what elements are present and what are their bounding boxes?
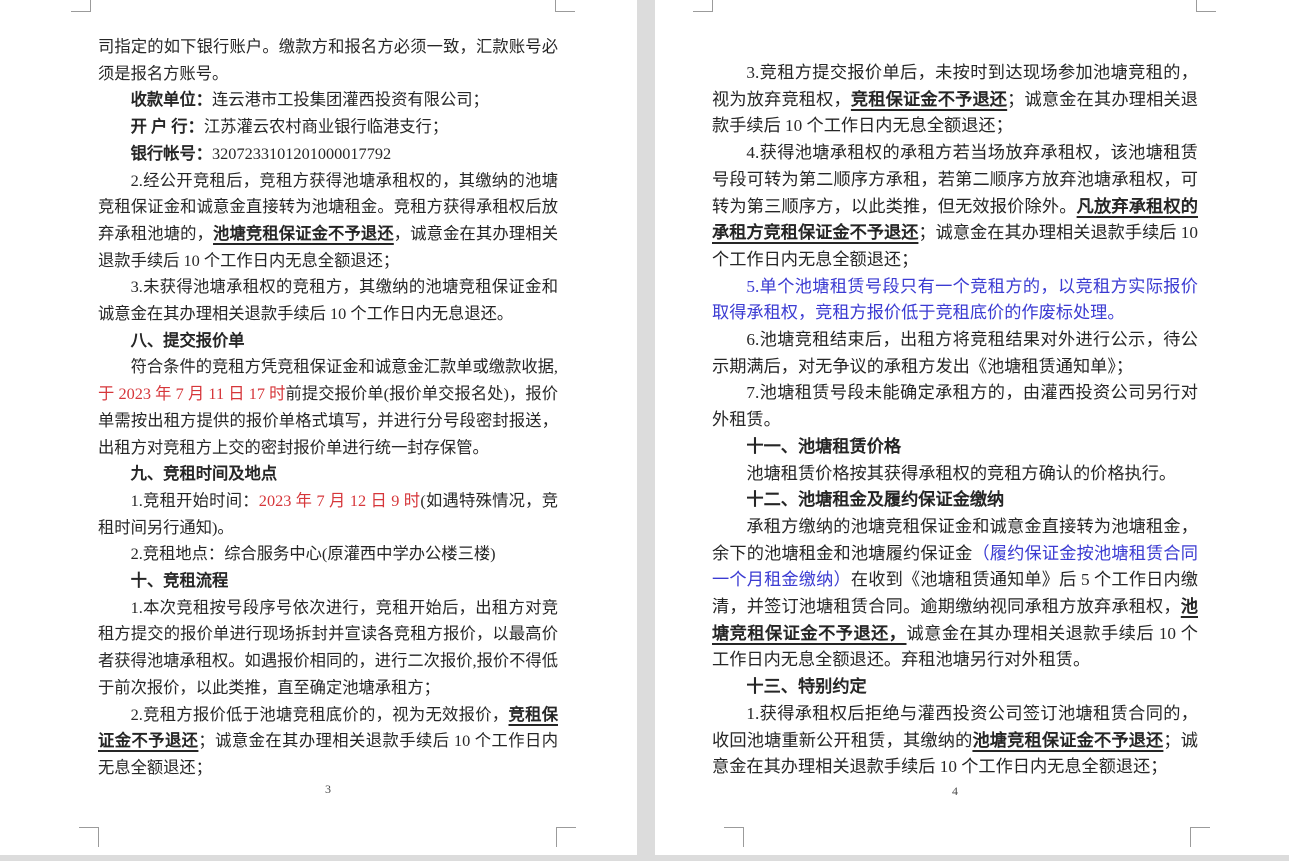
text-segment: 九、竞租时间及地点 xyxy=(131,464,278,483)
paragraph[interactable]: 符合条件的竞租方凭竞租保证金和诚意金汇款单或缴款收据, 于 2023 年 7 月 … xyxy=(98,354,558,461)
text-segment: 十一、池塘租赁价格 xyxy=(746,437,901,456)
paragraph[interactable]: 5.单个池塘租赁号段只有一个竞租方的，以竞租方实际报价取得承租权，竞租方报价低于… xyxy=(712,274,1198,327)
text-boundary-mark xyxy=(1190,827,1210,847)
text-boundary-mark xyxy=(555,0,575,12)
section-heading[interactable]: 十、竞租流程 xyxy=(98,568,558,595)
document-canvas: 司指定的如下银行账户。缴款方和报名方必须一致，汇款账号必须是报名方账号。收款单位… xyxy=(0,0,1289,861)
paragraph[interactable]: 3.未获得池塘承租权的竞租方，其缴纳的池塘竞租保证金和诚意金在其办理相关退款手续… xyxy=(98,274,558,327)
text-segment: 银行帐号： xyxy=(131,144,212,163)
text-segment: 十二、池塘租金及履约保证金缴纳 xyxy=(746,490,1004,509)
page-bottom-gap xyxy=(0,855,1289,861)
page-3-text[interactable]: 司指定的如下银行账户。缴款方和报名方必须一致，汇款账号必须是报名方账号。收款单位… xyxy=(98,34,558,782)
text-segment: 八、提交报价单 xyxy=(131,331,245,350)
text-segment: 于 2023 年 7 月 11 日 17 时 xyxy=(98,384,286,403)
paragraph[interactable]: 2.竞租地点：综合服务中心(原灌西中学办公楼三楼) xyxy=(98,541,558,568)
text-segment: 3.未获得池塘承租权的竞租方，其缴纳的池塘竞租保证金和诚意金在其办理相关退款手续… xyxy=(98,277,558,323)
text-segment: 2.竞租地点：综合服务中心(原灌西中学办公楼三楼) xyxy=(131,544,496,563)
text-segment: 符合条件的竞租方凭竞租保证金和诚意金汇款单或缴款收据, xyxy=(131,357,558,376)
page-number: 3 xyxy=(98,782,558,797)
paragraph[interactable]: 开 户 行：江苏灌云农村商业银行临港支行； xyxy=(98,114,558,141)
paragraph[interactable]: 2.经公开竞租后，竞租方获得池塘承租权的，其缴纳的池塘竞租保证金和诚意金直接转为… xyxy=(98,168,558,275)
text-boundary-mark xyxy=(724,827,744,847)
text-segment: 1.本次竞租按号段序号依次进行，竞租开始后，出租方对竞租方提交的报价单进行现场拆… xyxy=(98,598,558,697)
text-segment: 5.单个池塘租赁号段只有一个竞租方的，以竞租方实际报价取得承租权，竞租方报价低于… xyxy=(712,277,1198,323)
text-segment: 司指定的如下银行账户。缴款方和报名方必须一致，汇款账号必须是报名方账号。 xyxy=(98,37,558,83)
paragraph[interactable]: 承租方缴纳的池塘竞租保证金和诚意金直接转为池塘租金，余下的池塘租金和池塘履约保证… xyxy=(712,514,1198,674)
text-segment: 连云港市工投集团灌西投资有限公司； xyxy=(212,90,489,109)
text-segment: 池塘租赁价格按其获得承租权的竞租方确认的价格执行。 xyxy=(746,464,1176,483)
text-boundary-mark xyxy=(71,0,91,12)
text-segment: 6.池塘竞租结束后，出租方将竞租结果对外进行公示，待公示期满后，对无争议的承租方… xyxy=(712,330,1198,376)
section-heading[interactable]: 八、提交报价单 xyxy=(98,328,558,355)
paragraph[interactable]: 池塘租赁价格按其获得承租权的竞租方确认的价格执行。 xyxy=(712,461,1198,488)
paragraph[interactable]: 2.竞租方报价低于池塘竞租底价的，视为无效报价，竞租保证金不予退还；诚意金在其办… xyxy=(98,702,558,782)
paragraph[interactable]: 司指定的如下银行账户。缴款方和报名方必须一致，汇款账号必须是报名方账号。 xyxy=(98,34,558,87)
paragraph[interactable]: 1.获得承租权后拒绝与灌西投资公司签订池塘租赁合同的，收回池塘重新公开租赁，其缴… xyxy=(712,701,1198,781)
text-segment: 竞租保证金不予退还 xyxy=(851,90,1007,109)
text-segment: 1.竞租开始时间： xyxy=(131,491,259,510)
text-segment: 收款单位： xyxy=(131,90,212,109)
paragraph[interactable]: 3.竞租方提交报价单后，未按时到达现场参加池塘竞租的，视为放弃竞租权，竞租保证金… xyxy=(712,60,1198,140)
text-segment: 十三、特别约定 xyxy=(746,677,866,696)
section-heading[interactable]: 十二、池塘租金及履约保证金缴纳 xyxy=(712,487,1198,514)
text-segment: 7.池塘租赁号段未能确定承租方的，由灌西投资公司另行对外租赁。 xyxy=(712,383,1198,429)
text-segment: 池塘竞租保证金不予退还 xyxy=(972,731,1163,750)
text-boundary-mark xyxy=(556,827,576,847)
section-heading[interactable]: 十三、特别约定 xyxy=(712,674,1198,701)
text-boundary-mark xyxy=(1196,0,1216,12)
paragraph[interactable]: 银行帐号：3207233101201000017792 xyxy=(98,141,558,168)
text-segment: 江苏灌云农村商业银行临港支行； xyxy=(204,117,448,136)
text-segment: 3207233101201000017792 xyxy=(212,144,391,163)
paragraph[interactable]: 7.池塘租赁号段未能确定承租方的，由灌西投资公司另行对外租赁。 xyxy=(712,380,1198,433)
text-segment: 池塘竞租保证金不予退还 xyxy=(213,224,394,243)
text-segment: 2.竞租方报价低于池塘竞租底价的，视为无效报价， xyxy=(131,705,509,724)
page-gap-divider xyxy=(637,0,655,861)
paragraph[interactable]: 1.竞租开始时间：2023 年 7 月 12 日 9 时(如遇特殊情况，竞租时间… xyxy=(98,488,558,541)
page-4-text[interactable]: 3.竞租方提交报价单后，未按时到达现场参加池塘竞租的，视为放弃竞租权，竞租保证金… xyxy=(712,60,1198,781)
paragraph[interactable]: 1.本次竞租按号段序号依次进行，竞租开始后，出租方对竞租方提交的报价单进行现场拆… xyxy=(98,595,558,702)
paragraph[interactable]: 6.池塘竞租结束后，出租方将竞租结果对外进行公示，待公示期满后，对无争议的承租方… xyxy=(712,327,1198,380)
text-segment: 十、竞租流程 xyxy=(131,571,229,590)
page-number: 4 xyxy=(712,784,1198,799)
section-heading[interactable]: 十一、池塘租赁价格 xyxy=(712,434,1198,461)
paragraph[interactable]: 收款单位：连云港市工投集团灌西投资有限公司； xyxy=(98,87,558,114)
text-segment: 开 户 行： xyxy=(131,117,204,136)
text-boundary-mark xyxy=(79,827,99,847)
text-boundary-mark xyxy=(693,0,713,12)
text-segment: 2023 年 7 月 12 日 9 时 xyxy=(259,491,421,510)
section-heading[interactable]: 九、竞租时间及地点 xyxy=(98,461,558,488)
paragraph[interactable]: 4.获得池塘承租权的承租方若当场放弃承租权，该池塘租赁号段可转为第二顺序方承租，… xyxy=(712,140,1198,274)
